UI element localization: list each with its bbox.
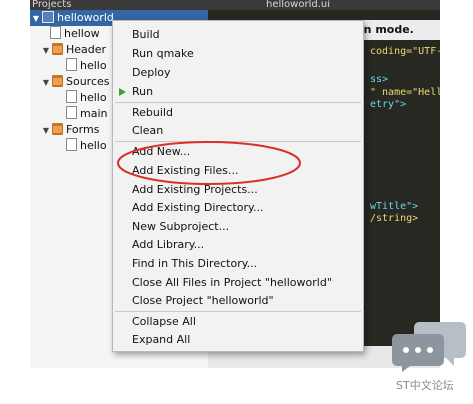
menu-item-rebuild[interactable]: Rebuild <box>113 104 363 122</box>
menu-separator <box>115 141 361 142</box>
menu-item-add-existing-projects[interactable]: Add Existing Projects... <box>113 181 363 199</box>
tree-item-headers[interactable]: ▼ Header <box>40 42 106 58</box>
menu-item-add-existing-files[interactable]: Add Existing Files... <box>113 162 363 180</box>
menu-item-build[interactable]: Build <box>113 26 363 44</box>
projects-panel-title: Projects <box>32 0 72 10</box>
code-line: " name="Hello <box>370 87 440 98</box>
editor-tab-bar: helloworld.ui <box>208 0 440 10</box>
chevron-down-icon[interactable]: ▼ <box>30 11 42 27</box>
watermark-text: ST中文论坛 <box>396 379 454 392</box>
tree-item-label: hello <box>80 59 107 72</box>
folder-icon <box>52 43 63 55</box>
chevron-down-icon[interactable]: ▼ <box>40 43 52 59</box>
code-line: ss> <box>370 74 389 85</box>
menu-item-clean[interactable]: Clean <box>113 122 363 140</box>
file-icon <box>66 90 77 103</box>
menu-item-add-new[interactable]: Add New... <box>113 143 363 161</box>
file-icon <box>66 138 77 151</box>
tree-item-label: Forms <box>66 123 100 136</box>
menu-item-close-project[interactable]: Close Project "helloworld" <box>113 292 363 310</box>
project-icon <box>42 11 54 23</box>
tree-item-forms[interactable]: ▼ Forms <box>40 122 99 138</box>
menu-item-new-subproject[interactable]: New Subproject... <box>113 218 363 236</box>
menu-item-expand-all[interactable]: Expand All <box>113 331 363 349</box>
folder-icon <box>52 75 63 87</box>
tree-item-label: Sources <box>66 75 110 88</box>
tree-item-label: main <box>80 107 108 120</box>
tree-item-label: helloworld <box>57 11 114 24</box>
tree-item-label: hello <box>80 91 107 104</box>
menu-item-run[interactable]: Run <box>113 83 363 101</box>
context-menu: Build Run qmake Deploy Run Rebuild Clean… <box>112 20 364 352</box>
tree-item-file[interactable]: hello <box>66 90 107 106</box>
tree-item-file[interactable]: main <box>66 106 107 122</box>
menu-item-collapse-all[interactable]: Collapse All <box>113 313 363 331</box>
code-line: etry"> <box>370 99 407 110</box>
file-icon <box>50 26 61 39</box>
chat-bubble-logo-icon <box>392 322 466 372</box>
tree-item-file[interactable]: hello <box>66 138 107 154</box>
tree-item-label: hello <box>80 139 107 152</box>
menu-item-close-all-files[interactable]: Close All Files in Project "helloworld" <box>113 274 363 292</box>
menu-separator <box>115 102 361 103</box>
menu-item-deploy[interactable]: Deploy <box>113 64 363 82</box>
chevron-down-icon[interactable]: ▼ <box>40 75 52 91</box>
file-icon <box>66 106 77 119</box>
chevron-down-icon[interactable]: ▼ <box>40 123 52 139</box>
tree-item-sources[interactable]: ▼ Sources <box>40 74 110 90</box>
file-icon <box>66 58 77 71</box>
tree-item-label: Header <box>66 43 107 56</box>
folder-icon <box>52 123 63 135</box>
code-line: wTitle"> <box>370 201 419 212</box>
projects-panel-header: Projects <box>30 0 210 10</box>
menu-item-find-in-directory[interactable]: Find in This Directory... <box>113 255 363 273</box>
code-line: /string> <box>370 213 419 224</box>
menu-separator <box>115 311 361 312</box>
tree-item-label: hellow <box>64 27 100 40</box>
code-line: coding="UTF-8" <box>370 46 440 57</box>
tree-item-file[interactable]: hello <box>66 58 107 74</box>
menu-item-run-qmake[interactable]: Run qmake <box>113 45 363 63</box>
menu-item-add-library[interactable]: Add Library... <box>113 236 363 254</box>
menu-item-add-existing-directory[interactable]: Add Existing Directory... <box>113 199 363 217</box>
tree-item-file[interactable]: hellow <box>50 26 100 42</box>
editor-tab[interactable]: helloworld.ui <box>266 0 330 10</box>
